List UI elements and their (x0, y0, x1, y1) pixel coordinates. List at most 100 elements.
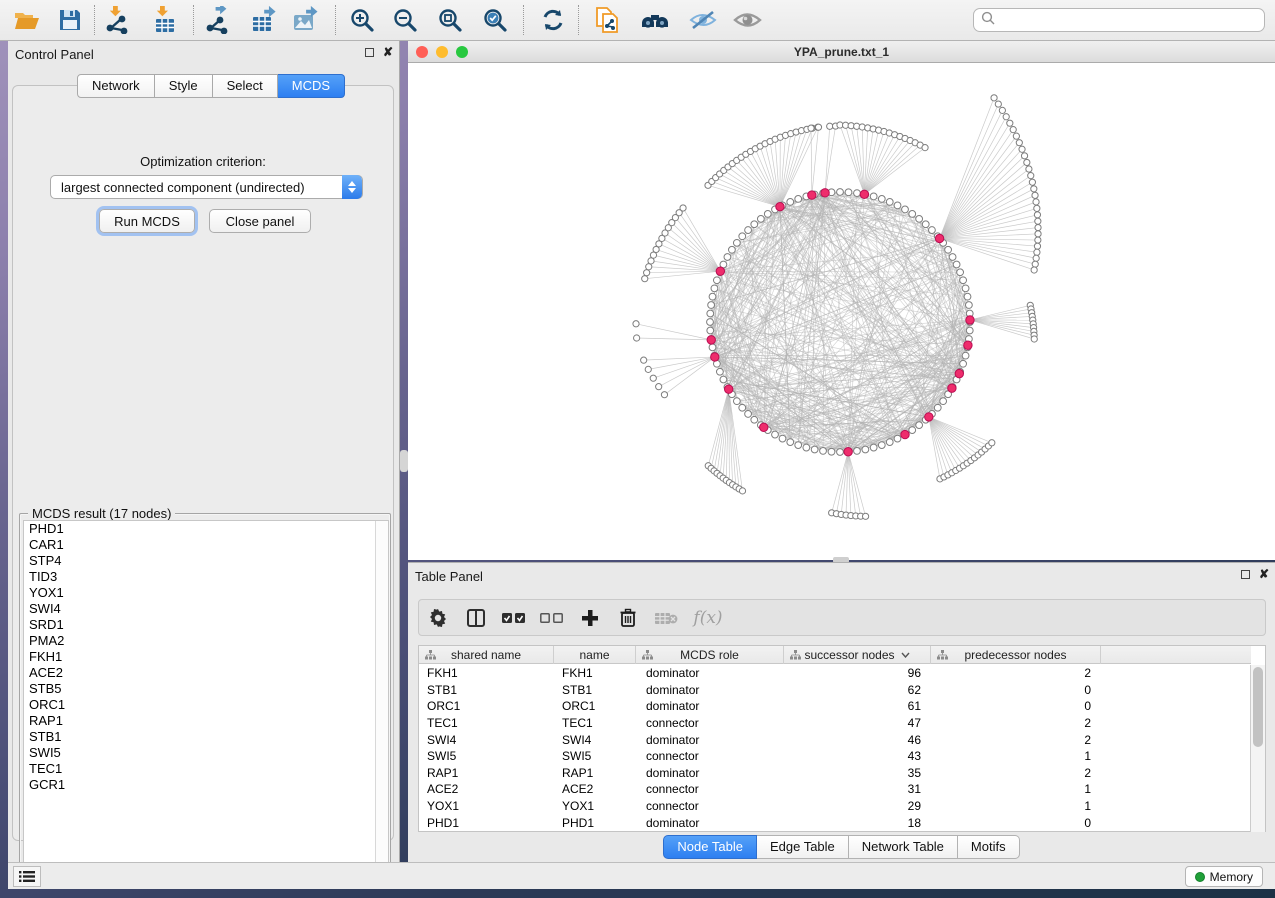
mcds-result-item[interactable]: TID3 (24, 569, 388, 585)
node-table-header: shared namenameMCDS rolesuccessor nodesp… (419, 646, 1251, 664)
mcds-result-item[interactable]: STB1 (24, 729, 388, 745)
first-neighbors-icon[interactable] (638, 3, 672, 37)
mcds-result-item[interactable]: STB5 (24, 681, 388, 697)
table-row[interactable]: FKH1FKH1dominator962 (419, 665, 1251, 682)
table-row[interactable]: YOX1YOX1connector291 (419, 798, 1251, 815)
table-row[interactable]: SWI4SWI4dominator462 (419, 731, 1251, 748)
delete-row-icon[interactable] (609, 603, 647, 633)
table-scrollbar-thumb[interactable] (1253, 667, 1263, 747)
export-image-icon[interactable] (290, 3, 324, 37)
column-header-name[interactable]: name (554, 646, 636, 664)
table-settings-icon[interactable] (419, 603, 457, 633)
mcds-result-item[interactable]: ACE2 (24, 665, 388, 681)
tab-mcds[interactable]: MCDS (278, 74, 345, 98)
run-mcds-button[interactable]: Run MCDS (99, 209, 195, 233)
clone-network-icon[interactable] (591, 3, 625, 37)
mcds-result-item[interactable]: STP4 (24, 553, 388, 569)
cell-shared_name: FKH1 (419, 666, 554, 680)
control-panel-tabs: NetworkStyleSelectMCDS (77, 74, 345, 98)
mcds-result-item[interactable]: RAP1 (24, 713, 388, 729)
tab-network[interactable]: Network (77, 74, 155, 98)
table-scrollbar[interactable] (1250, 665, 1265, 832)
float-panel-icon[interactable] (365, 48, 374, 57)
desktop-background: Control Panel ✘ Optimization criterion: … (0, 0, 1275, 898)
table-row[interactable]: RAP1RAP1dominator352 (419, 765, 1251, 782)
cell-predecessor_nodes: 0 (931, 683, 1101, 697)
mcds-result-item[interactable]: ORC1 (24, 697, 388, 713)
close-panel-icon[interactable]: ✘ (383, 47, 393, 57)
mcds-result-item[interactable]: PHD1 (24, 521, 388, 537)
table-row[interactable]: SWI5SWI5connector431 (419, 748, 1251, 765)
cell-name: PHD1 (554, 816, 636, 830)
select-all-icon[interactable] (495, 603, 533, 633)
cell-mcds_role: dominator (636, 766, 784, 780)
table-row[interactable]: ORC1ORC1dominator610 (419, 698, 1251, 715)
network-canvas[interactable] (408, 63, 1275, 560)
tab-motifs[interactable]: Motifs (958, 835, 1020, 859)
toolbar-separator (523, 5, 524, 35)
main-toolbar (0, 0, 1275, 41)
import-table-icon[interactable] (148, 3, 182, 37)
deselect-all-icon[interactable] (533, 603, 571, 633)
mcds-result-item[interactable]: SWI5 (24, 745, 388, 761)
task-history-button[interactable] (13, 866, 41, 887)
zoom-in-icon[interactable] (345, 3, 379, 37)
tab-edge-table[interactable]: Edge Table (757, 835, 849, 859)
cell-mcds_role: connector (636, 749, 784, 763)
import-network-icon[interactable] (101, 3, 135, 37)
column-header-MCDS-role[interactable]: MCDS role (636, 646, 784, 664)
column-header-shared-name[interactable]: shared name (419, 646, 554, 664)
table-row[interactable]: PHD1PHD1dominator180 (419, 814, 1251, 831)
memory-button[interactable]: Memory (1185, 866, 1263, 887)
tab-node-table[interactable]: Node Table (663, 835, 757, 859)
mcds-result-item[interactable]: CAR1 (24, 537, 388, 553)
criterion-dropdown[interactable]: largest connected component (undirected) (50, 175, 363, 199)
zoom-fit-icon[interactable] (433, 3, 467, 37)
cell-predecessor_nodes: 1 (931, 799, 1101, 813)
mcds-tab-content: Optimization criterion: largest connecte… (12, 85, 394, 841)
zoom-selected-icon[interactable] (478, 3, 512, 37)
column-header-successor-nodes[interactable]: successor nodes (784, 646, 931, 664)
add-row-icon[interactable] (571, 603, 609, 633)
tab-style[interactable]: Style (155, 74, 213, 98)
cell-name: FKH1 (554, 666, 636, 680)
hide-selected-icon[interactable] (686, 3, 720, 37)
search-input[interactable] (995, 13, 1264, 27)
vertical-splitter-handle[interactable] (400, 450, 408, 472)
table-row[interactable]: TEC1TEC1connector472 (419, 715, 1251, 732)
network-window-titlebar[interactable]: YPA_prune.txt_1 (408, 41, 1275, 63)
cell-mcds_role: connector (636, 799, 784, 813)
mcds-result-item[interactable]: FKH1 (24, 649, 388, 665)
tab-select[interactable]: Select (213, 74, 278, 98)
mcds-result-item[interactable]: PMA2 (24, 633, 388, 649)
cell-mcds_role: dominator (636, 683, 784, 697)
table-row[interactable]: ACE2ACE2connector311 (419, 781, 1251, 798)
export-network-icon[interactable] (201, 3, 235, 37)
mcds-result-list[interactable]: PHD1CAR1STP4TID3YOX1SWI4SRD1PMA2FKH1ACE2… (23, 520, 389, 880)
tab-network-table[interactable]: Network Table (849, 835, 958, 859)
open-file-icon[interactable] (10, 3, 44, 37)
cell-shared_name: SWI5 (419, 749, 554, 763)
show-all-icon[interactable] (730, 3, 764, 37)
column-header-predecessor-nodes[interactable]: predecessor nodes (931, 646, 1101, 664)
mcds-result-item[interactable]: SWI4 (24, 601, 388, 617)
search-field[interactable] (973, 8, 1265, 32)
save-session-icon[interactable] (53, 3, 87, 37)
mcds-result-item[interactable]: GCR1 (24, 777, 388, 793)
mcds-result-item[interactable]: SRD1 (24, 617, 388, 633)
close-panel-button[interactable]: Close panel (209, 209, 311, 233)
fx-label: f(x) (693, 608, 722, 628)
show-columns-icon[interactable] (457, 603, 495, 633)
cell-successor_nodes: 31 (784, 782, 931, 796)
table-row[interactable]: STB1STB1dominator620 (419, 682, 1251, 699)
refresh-icon[interactable] (536, 3, 570, 37)
float-table-panel-icon[interactable] (1241, 570, 1250, 579)
zoom-out-icon[interactable] (388, 3, 422, 37)
result-list-scrollbar[interactable] (375, 521, 388, 879)
mcds-result-item[interactable]: YOX1 (24, 585, 388, 601)
export-table-icon[interactable] (248, 3, 282, 37)
close-table-panel-icon[interactable]: ✘ (1259, 569, 1269, 579)
cell-shared_name: ORC1 (419, 699, 554, 713)
mcds-result-group: MCDS result (17 nodes) PHD1CAR1STP4TID3Y… (19, 513, 391, 885)
mcds-result-item[interactable]: TEC1 (24, 761, 388, 777)
